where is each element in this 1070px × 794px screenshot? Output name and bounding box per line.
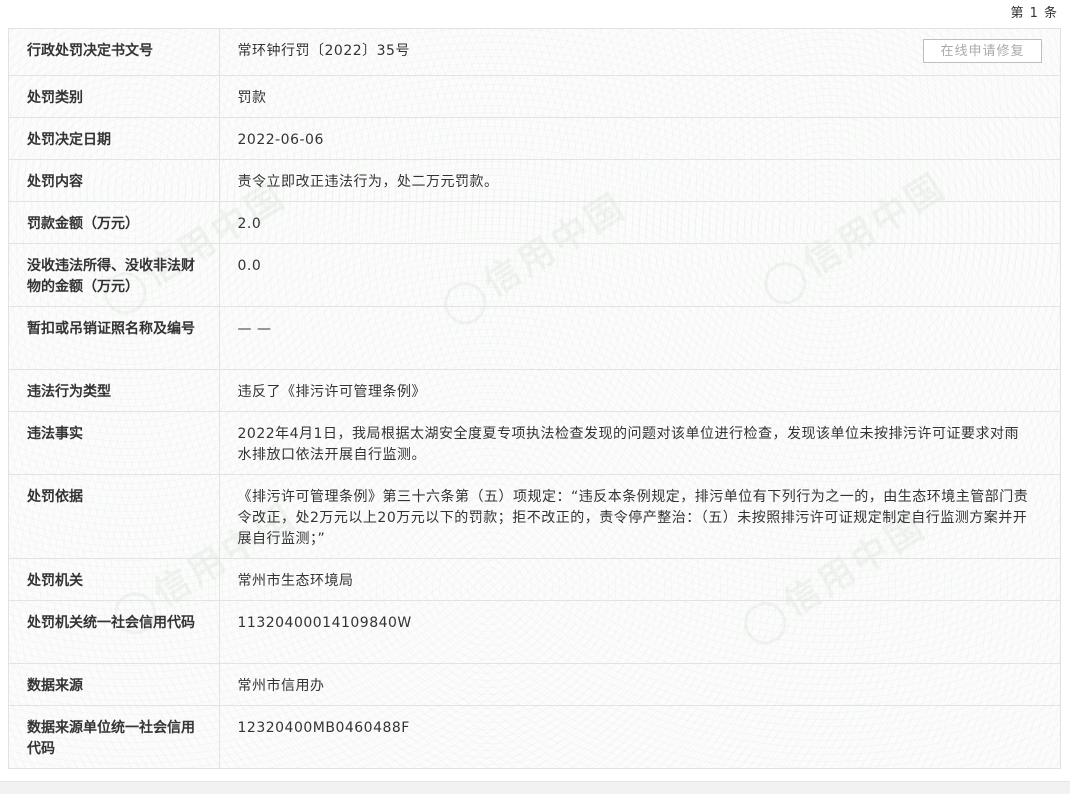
row-value: 0.0 — [219, 243, 1060, 307]
row-value: 常环钟行罚〔2022〕35号 — [237, 43, 410, 59]
table-row: 数据来源单位统一社会信用代码 12320400MB0460488F — [9, 705, 1060, 768]
table-row: 处罚依据 《排污许可管理条例》第三十六条第（五）项规定：“违反本条例规定，排污单… — [9, 474, 1060, 559]
table-row: 违法事实 2022年4月1日，我局根据太湖安全度夏专项执法检查发现的问题对该单位… — [9, 411, 1060, 475]
row-value: 11320400014109840W — [219, 600, 1060, 664]
row-label: 没收违法所得、没收非法财物的金额（万元） — [9, 243, 220, 307]
row-value: 2.0 — [219, 201, 1060, 244]
row-value: 2022-06-06 — [219, 117, 1060, 160]
row-value: 2022年4月1日，我局根据太湖安全度夏专项执法检查发现的问题对该单位进行检查，… — [219, 411, 1060, 475]
row-value: 12320400MB0460488F — [237, 719, 410, 736]
row-label: 处罚机关统一社会信用代码 — [9, 600, 220, 664]
page: 第 1 条 信用中国 信用中国 信用中国 信用中国 信用中国 行政处罚决定书文号… — [0, 0, 1070, 794]
table-row: 处罚机关统一社会信用代码 11320400014109840W — [9, 600, 1060, 664]
row-value-cell: 常环钟行罚〔2022〕35号 在线申请修复 — [219, 29, 1060, 76]
row-label: 违法事实 — [9, 411, 220, 475]
row-label: 处罚依据 — [9, 474, 220, 559]
table-row: 没收违法所得、没收非法财物的金额（万元） 0.0 — [9, 243, 1060, 307]
row-value: 违反了《排污许可管理条例》 — [219, 369, 1060, 412]
row-label: 罚款金额（万元） — [9, 201, 220, 244]
table-row: 数据来源 常州市信用办 — [9, 663, 1060, 706]
record-panel: 信用中国 信用中国 信用中国 信用中国 信用中国 行政处罚决定书文号 常环钟行罚… — [8, 28, 1061, 769]
table-row: 暂扣或吊销证照名称及编号 — — — [9, 306, 1060, 370]
table-row: 违法行为类型 违反了《排污许可管理条例》 — [9, 369, 1060, 412]
row-label: 处罚机关 — [9, 558, 220, 601]
row-value: 常州市生态环境局 — [219, 558, 1060, 601]
row-value: 常州市信用办 — [219, 663, 1060, 706]
row-value: 罚款 — [219, 75, 1060, 118]
row-label: 数据来源单位统一社会信用代码 — [9, 705, 220, 768]
footer-band — [0, 781, 1070, 794]
row-value: 责令立即改正违法行为，处二万元罚款。 — [219, 159, 1060, 202]
table-row: 处罚决定日期 2022-06-06 — [9, 117, 1060, 160]
row-label: 处罚决定日期 — [9, 117, 220, 160]
record-counter: 第 1 条 — [1010, 6, 1058, 21]
row-label: 数据来源 — [9, 663, 220, 706]
table-row: 行政处罚决定书文号 常环钟行罚〔2022〕35号 在线申请修复 — [9, 29, 1060, 76]
row-value: — — — [219, 306, 1060, 370]
penalty-info-table: 行政处罚决定书文号 常环钟行罚〔2022〕35号 在线申请修复 处罚类别 罚款 … — [9, 29, 1060, 768]
table-row: 处罚类别 罚款 — [9, 75, 1060, 118]
row-label: 行政处罚决定书文号 — [9, 29, 220, 76]
row-label: 处罚类别 — [9, 75, 220, 118]
table-row: 处罚内容 责令立即改正违法行为，处二万元罚款。 — [9, 159, 1060, 202]
table-row: 罚款金额（万元） 2.0 — [9, 201, 1060, 244]
row-label: 暂扣或吊销证照名称及编号 — [9, 306, 220, 370]
row-label: 处罚内容 — [9, 159, 220, 202]
row-value: 《排污许可管理条例》第三十六条第（五）项规定：“违反本条例规定，排污单位有下列行… — [219, 474, 1060, 559]
repair-application-button[interactable]: 在线申请修复 — [923, 39, 1042, 63]
row-label: 违法行为类型 — [9, 369, 220, 412]
table-row: 处罚机关 常州市生态环境局 — [9, 558, 1060, 601]
